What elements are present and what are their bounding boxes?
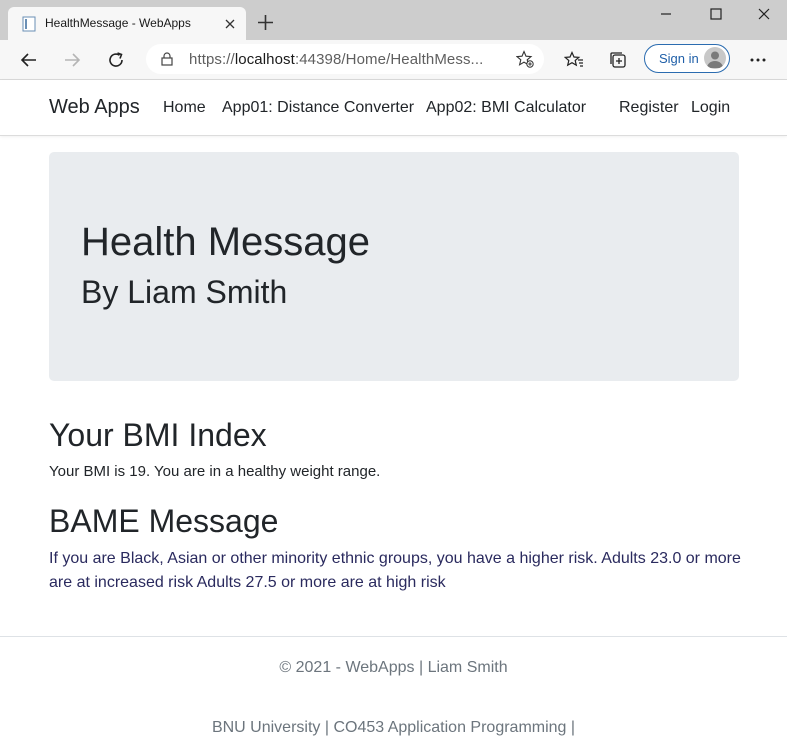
close-window-icon[interactable] (754, 4, 774, 24)
site-footer: © 2021 - WebApps | Liam Smith BNU Univer… (0, 636, 787, 756)
maximize-icon[interactable] (706, 4, 726, 24)
close-tab-icon[interactable] (222, 16, 238, 32)
browser-toolbar: https://localhost:44398/Home/HealthMess.… (0, 40, 787, 80)
favorites-icon[interactable] (564, 50, 584, 70)
footer-copyright: © 2021 - WebApps | Liam Smith (279, 659, 508, 676)
lock-icon[interactable] (160, 52, 174, 66)
sign-in-button[interactable]: Sign in (644, 44, 730, 73)
nav-link-bmi-calculator[interactable]: App02: BMI Calculator (426, 99, 586, 117)
minimize-icon[interactable] (656, 4, 676, 24)
nav-link-distance-converter[interactable]: App01: Distance Converter (222, 99, 414, 117)
nav-link-register[interactable]: Register (619, 99, 679, 117)
add-favorite-icon[interactable] (516, 50, 534, 68)
page-title: Health Message (81, 220, 371, 264)
forward-arrow-icon[interactable] (62, 50, 82, 70)
footer-course-info: BNU University | CO453 Application Progr… (211, 719, 576, 736)
bmi-result-text: Your BMI is 19. You are in a healthy wei… (49, 463, 381, 480)
nav-link-login[interactable]: Login (691, 99, 730, 117)
page-subtitle: By Liam Smith (81, 274, 288, 310)
profile-avatar-icon (704, 47, 726, 69)
bame-heading: BAME Message (49, 503, 279, 539)
browser-tab[interactable]: HealthMessage - WebApps (8, 7, 246, 40)
brand-link[interactable]: Web Apps (49, 96, 140, 119)
browser-tabstrip: HealthMessage - WebApps (0, 0, 787, 40)
site-navbar: Web Apps Home App01: Distance Converter … (0, 80, 787, 136)
address-bar[interactable]: https://localhost:44398/Home/HealthMess.… (146, 44, 544, 74)
refresh-icon[interactable] (106, 50, 126, 70)
more-menu-icon[interactable] (748, 50, 768, 70)
collections-icon[interactable] (608, 50, 628, 70)
web-page: Web Apps Home App01: Distance Converter … (0, 80, 787, 755)
jumbotron-banner: Health Message By Liam Smith (49, 152, 739, 381)
bame-message-text: If you are Black, Asian or other minorit… (49, 550, 741, 591)
back-arrow-icon[interactable] (19, 50, 39, 70)
page-icon (22, 16, 36, 32)
new-tab-icon[interactable] (257, 14, 274, 31)
nav-link-home[interactable]: Home (163, 99, 206, 117)
tab-title: HealthMessage - WebApps (45, 16, 191, 30)
bmi-heading: Your BMI Index (49, 417, 267, 453)
url-text[interactable]: https://localhost:44398/Home/HealthMess.… (189, 51, 507, 68)
